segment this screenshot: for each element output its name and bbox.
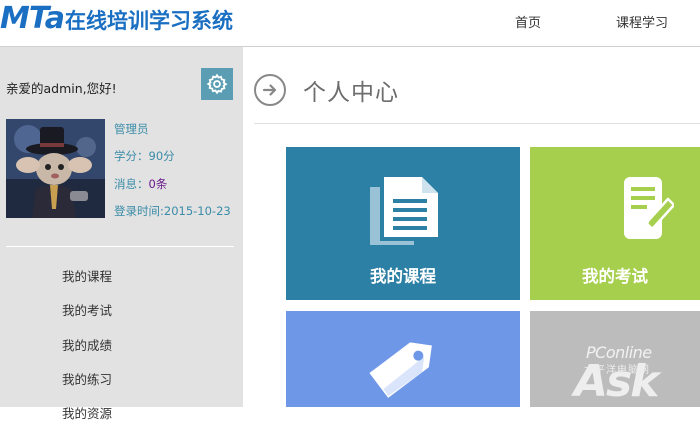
document-icon <box>370 177 438 245</box>
tile-my-courses[interactable]: 我的课程 <box>286 147 520 300</box>
logo-title: 在线培训学习系统 <box>65 9 234 33</box>
gear-icon <box>206 73 228 95</box>
app-logo[interactable]: MTa 在线培训学习系统 <box>0 2 233 36</box>
settings-button[interactable] <box>201 68 233 100</box>
messages-label: 消息： <box>114 177 149 191</box>
user-messages[interactable]: 消息：0条 <box>114 176 167 192</box>
sidebar-item-my-grades[interactable]: 我的成绩 <box>62 335 112 354</box>
user-avatar[interactable] <box>6 119 105 218</box>
messages-count[interactable]: 0条 <box>149 177 168 191</box>
nav-home[interactable]: 首页 <box>515 12 541 31</box>
user-role: 管理员 <box>114 122 149 136</box>
header-divider <box>254 123 700 124</box>
top-header: MTa 在线培训学习系统 首页 课程学习 <box>0 0 700 47</box>
tile-label: 我的考试 <box>582 267 648 286</box>
sidebar: 亲爱的admin,您好! 管理员 学分：90分 消息：0条 登录时间:2015-… <box>0 47 243 421</box>
tile-my-exams[interactable]: 我的考试 <box>530 147 700 300</box>
page-title: 个人中心 <box>303 80 399 106</box>
tag-icon <box>369 342 432 398</box>
edit-icon <box>624 177 674 239</box>
logo-mark: MTa <box>0 1 65 36</box>
arrow-right-circle-icon <box>254 74 286 106</box>
page-header: 个人中心 <box>254 72 399 108</box>
user-score: 学分：90分 <box>114 149 175 163</box>
tile-label: 我的课程 <box>370 267 436 286</box>
watermark-sub: 太平洋电脑网 <box>584 365 650 376</box>
sidebar-item-my-resources[interactable]: 我的资源 <box>62 403 112 422</box>
watermark-brand: PConline <box>586 343 652 362</box>
sidebar-item-my-practice[interactable]: 我的练习 <box>62 369 112 388</box>
tile-tags[interactable] <box>286 311 520 407</box>
sidebar-divider <box>6 246 234 247</box>
nav-course-study[interactable]: 课程学习 <box>616 12 668 31</box>
last-login-time: 登录时间:2015-10-23 <box>114 204 231 218</box>
user-greeting: 亲爱的admin,您好! <box>6 81 117 96</box>
sidebar-item-my-courses[interactable]: 我的课程 <box>62 266 112 285</box>
sidebar-item-my-exams[interactable]: 我的考试 <box>62 300 112 319</box>
